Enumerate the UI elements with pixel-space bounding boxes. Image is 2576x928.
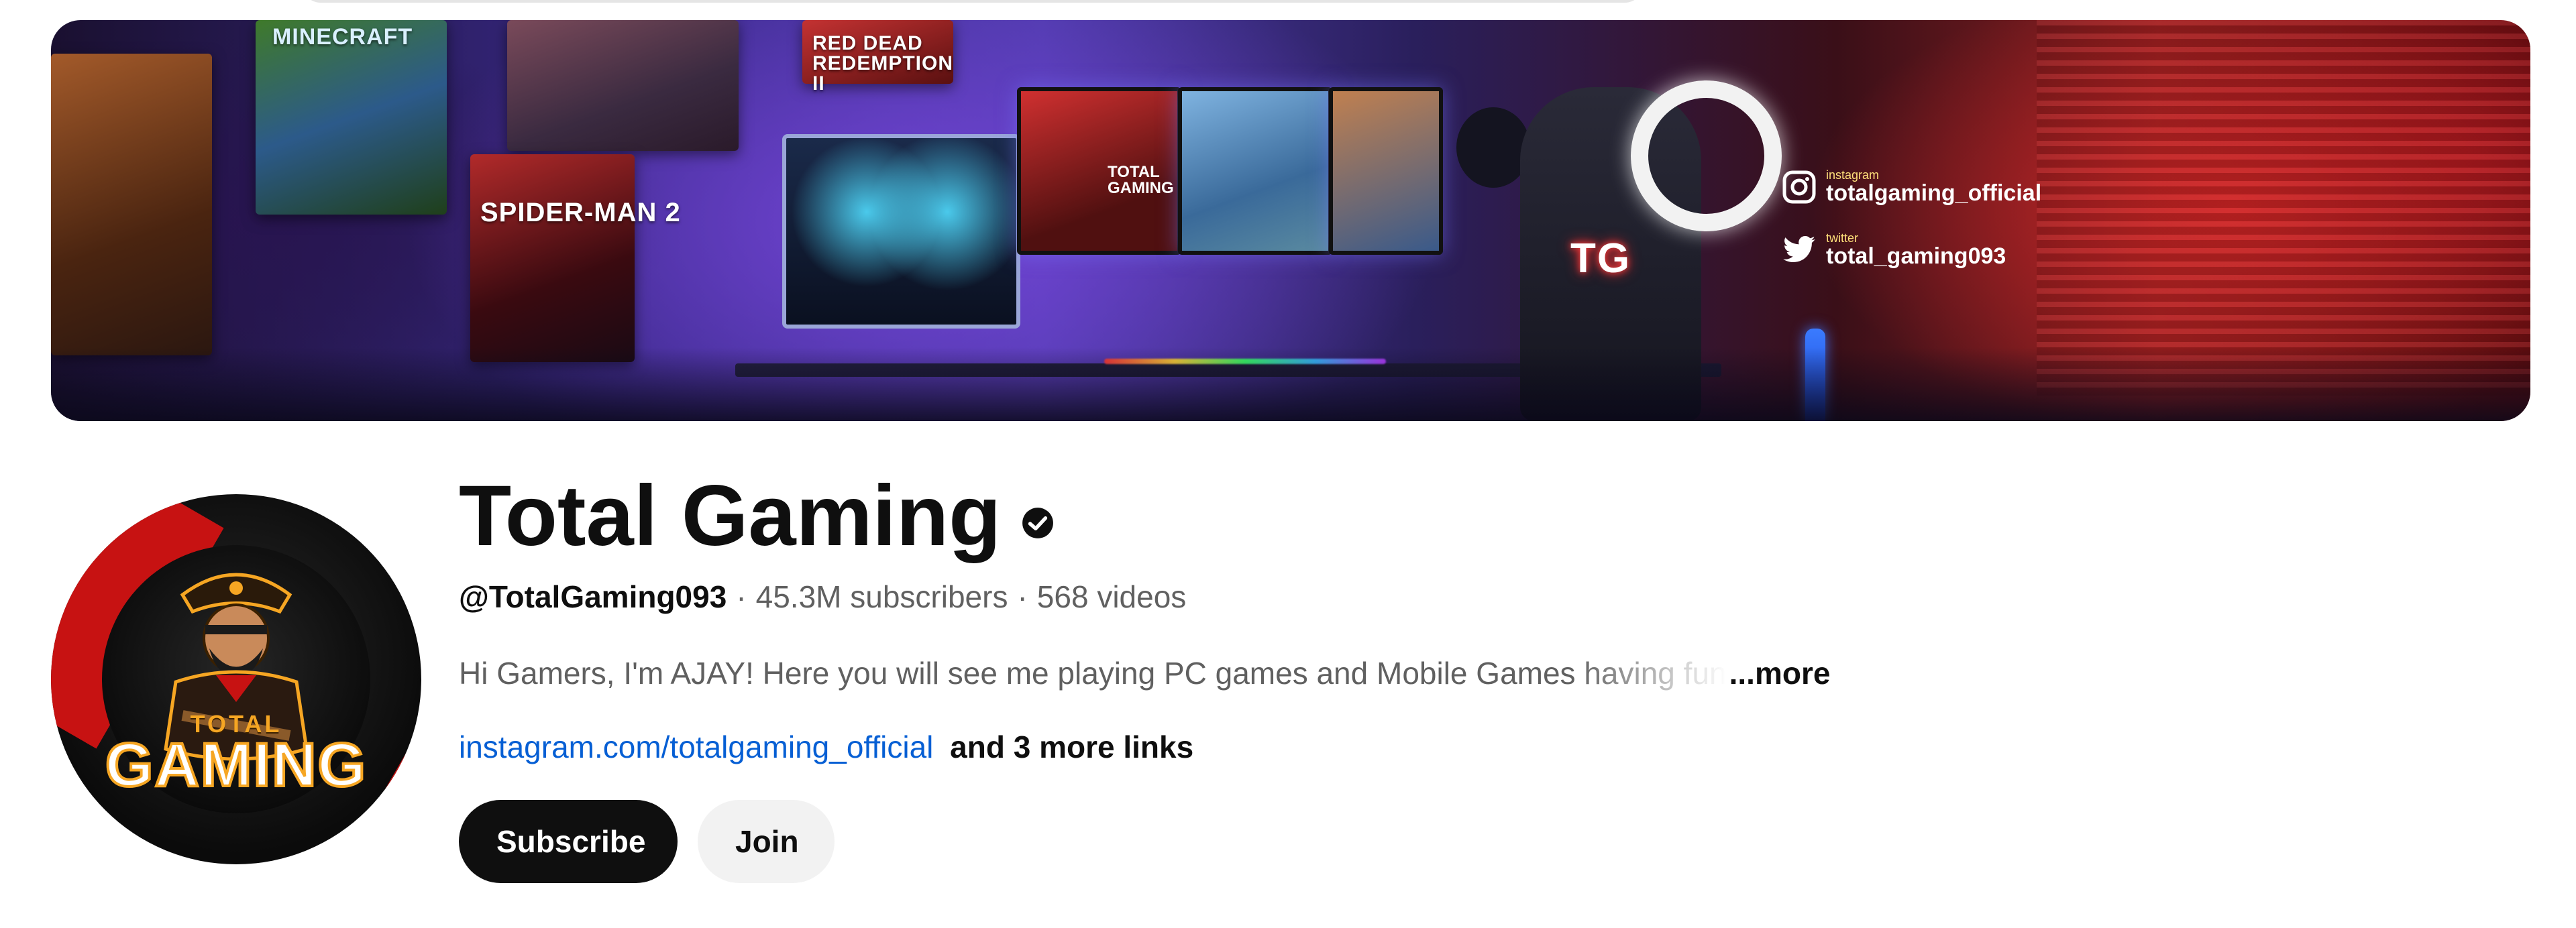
monitor-center — [1178, 87, 1332, 255]
join-button[interactable]: Join — [698, 800, 835, 883]
more-links-button[interactable]: and 3 more links — [950, 730, 1193, 764]
channel-description[interactable]: Hi Gamers, I'm AJAY! Here you will see m… — [459, 654, 1830, 692]
channel-handle: @TotalGaming093 — [459, 579, 727, 614]
banner-floor-shadow — [51, 347, 2530, 421]
channel-actions: Subscribe Join — [459, 800, 835, 883]
monitor-logo-text: TOTAL GAMING — [1108, 163, 1174, 197]
avatar-logo-gaming: GAMING — [104, 730, 368, 801]
poster-spider-man — [470, 154, 635, 362]
monitor-right — [1329, 87, 1443, 255]
instagram-handle: totalgaming_official — [1826, 180, 2042, 206]
instagram-link[interactable]: instagram.com/totalgaming_official — [459, 730, 933, 764]
verified-badge-icon — [1021, 506, 1055, 540]
pc-case — [782, 134, 1020, 329]
meta-separator: · — [1017, 579, 1028, 614]
video-count: 568 videos — [1036, 579, 1187, 614]
channel-links: instagram.com/totalgaming_official and 3… — [459, 728, 1193, 766]
channel-name-row: Total Gaming — [459, 469, 1055, 563]
chair-logo: TG — [1570, 235, 1631, 282]
channel-avatar[interactable]: TOTAL GAMING — [51, 494, 421, 864]
meta-separator: · — [736, 579, 747, 614]
description-text: Hi Gamers, I'm AJAY! Here you will see m… — [459, 656, 1727, 691]
poster-minecraft-title: MINECRAFT — [272, 24, 413, 50]
poster-spider-man-title: SPIDER-MAN 2 — [480, 198, 681, 227]
window-blinds — [2037, 20, 2530, 396]
channel-banner: MINECRAFT RED DEAD REDEMPTION II SPIDER-… — [51, 20, 2530, 421]
channel-name: Total Gaming — [459, 468, 1002, 564]
twitter-text: twitter total_gaming093 — [1826, 232, 2006, 268]
search-bar-edge — [302, 0, 1644, 3]
poster-red-dead-title: RED DEAD REDEMPTION II — [812, 32, 954, 95]
subscriber-count: 45.3M subscribers — [755, 579, 1008, 614]
twitter-label: twitter — [1826, 231, 1859, 245]
twitter-handle: total_gaming093 — [1826, 243, 2006, 269]
banner-instagram: instagram totalgaming_official — [1782, 169, 2041, 205]
twitter-icon — [1782, 233, 1817, 268]
channel-meta: @TotalGaming093 · 45.3M subscribers · 56… — [459, 578, 1186, 616]
subscribe-button[interactable]: Subscribe — [459, 800, 678, 883]
gamer-silhouette — [1456, 107, 1530, 188]
channel-page: MINECRAFT RED DEAD REDEMPTION II SPIDER-… — [0, 0, 2576, 928]
instagram-icon — [1782, 170, 1817, 205]
poster-gta — [507, 20, 739, 151]
ring-light — [1631, 80, 1782, 231]
instagram-label: instagram — [1826, 168, 1880, 182]
banner-twitter: twitter total_gaming093 — [1782, 232, 2006, 268]
instagram-text: instagram totalgaming_official — [1826, 169, 2041, 205]
description-more-link[interactable]: ...more — [1729, 654, 1831, 692]
poster-game-art — [51, 54, 212, 355]
